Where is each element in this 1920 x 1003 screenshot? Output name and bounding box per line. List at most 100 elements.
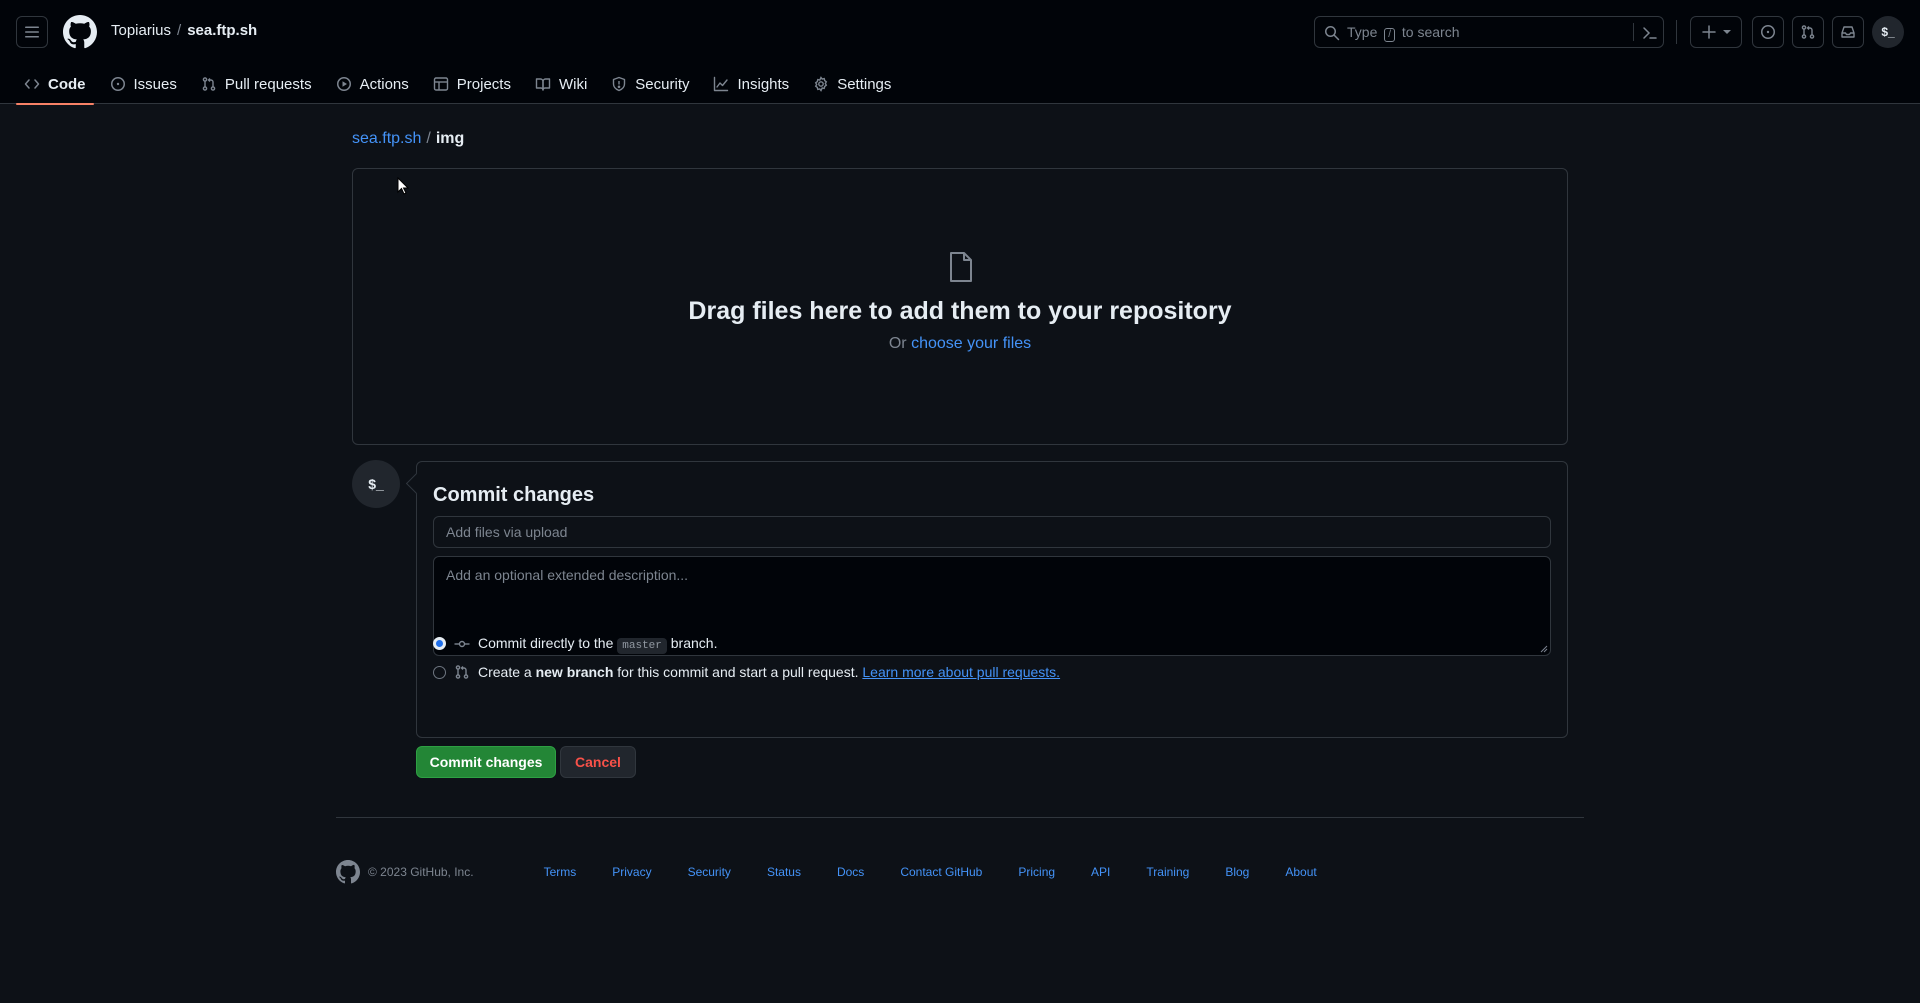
tab-label: Code — [48, 75, 86, 93]
tab-actions[interactable]: Actions — [328, 64, 417, 104]
shield-icon — [611, 76, 627, 92]
search-input[interactable]: Type / to search — [1314, 16, 1664, 48]
github-logo-icon[interactable] — [63, 15, 97, 49]
tab-label: Wiki — [558, 75, 588, 93]
tab-code[interactable]: Code — [16, 64, 94, 105]
code-icon — [24, 76, 40, 92]
footer-link-status[interactable]: Status — [767, 865, 801, 879]
inbox-icon — [1840, 24, 1856, 40]
search-prefix: Type — [1347, 24, 1378, 40]
gear-icon — [813, 76, 829, 92]
search-divider — [1633, 23, 1634, 41]
dropzone-or-text: Or — [888, 335, 907, 352]
file-icon — [947, 251, 975, 283]
footer-link-pricing[interactable]: Pricing — [1018, 865, 1055, 879]
footer-divider — [336, 817, 1584, 818]
git-commit-icon — [454, 636, 470, 652]
plus-icon — [1701, 24, 1717, 40]
breadcrumb: sea.ftp.sh / img — [352, 130, 464, 148]
tab-wiki[interactable]: Wiki — [527, 64, 595, 104]
commit-new-branch-option[interactable]: Create a new branch for this commit and … — [433, 664, 1060, 680]
footer-link-blog[interactable]: Blog — [1225, 865, 1249, 879]
footer: © 2023 GitHub, Inc. Terms Privacy Securi… — [336, 860, 1317, 884]
git-pull-request-icon — [201, 76, 217, 92]
menu-button[interactable] — [16, 16, 48, 48]
choose-files-link[interactable]: choose your files — [911, 335, 1031, 352]
repo-path: Topiarius / sea.ftp.sh — [111, 22, 257, 39]
dropzone-title: Drag files here to add them to your repo… — [688, 297, 1232, 325]
repo-nav: Code Issues Pull requests Actions Projec… — [16, 64, 907, 105]
git-pull-request-icon — [454, 664, 470, 680]
tab-label: Settings — [837, 75, 892, 93]
hamburger-icon — [24, 24, 40, 40]
issue-opened-icon — [110, 76, 126, 92]
table-icon — [433, 76, 449, 92]
resize-grip-icon[interactable] — [1540, 645, 1548, 653]
commit-description-placeholder: Add an optional extended description... — [446, 567, 689, 583]
commit-title: Commit changes — [433, 484, 595, 506]
header-divider — [1676, 20, 1677, 44]
cancel-button[interactable]: Cancel — [560, 746, 636, 778]
caret-down-icon — [1723, 28, 1731, 36]
footer-link-docs[interactable]: Docs — [837, 865, 864, 879]
issue-opened-icon — [1760, 24, 1776, 40]
footer-link-privacy[interactable]: Privacy — [612, 865, 651, 879]
footer-link-api[interactable]: API — [1091, 865, 1110, 879]
app-header: Topiarius / sea.ftp.sh Type / to search — [0, 0, 1920, 105]
file-dropzone[interactable]: Drag files here to add them to your repo… — [352, 168, 1568, 445]
commit-direct-label: Commit directly to the master branch. — [478, 635, 718, 654]
commit-direct-suffix: branch. — [670, 635, 718, 651]
commit-direct-option[interactable]: Commit directly to the master branch. — [433, 635, 718, 654]
tab-insights[interactable]: Insights — [705, 64, 797, 104]
new-branch-prefix: Create a — [478, 664, 532, 680]
header-top-row: Topiarius / sea.ftp.sh Type / to search — [0, 0, 1920, 64]
footer-link-about[interactable]: About — [1285, 865, 1316, 879]
footer-links: Terms Privacy Security Status Docs Conta… — [544, 865, 1317, 879]
learn-more-pr-link[interactable]: Learn more about pull requests. — [862, 664, 1060, 680]
play-icon — [336, 76, 352, 92]
new-branch-bold: new branch — [535, 664, 614, 680]
commit-direct-prefix: Commit directly to the — [478, 635, 614, 651]
search-suffix: to search — [1401, 24, 1460, 40]
breadcrumb-current-folder: img — [435, 130, 465, 147]
inbox-button[interactable] — [1832, 16, 1864, 48]
tab-issues[interactable]: Issues — [102, 64, 185, 104]
search-shortcut-key: / — [1384, 28, 1396, 42]
search-placeholder: Type / to search — [1347, 24, 1460, 42]
commit-summary-input[interactable]: Add files via upload — [433, 516, 1551, 548]
create-new-button[interactable] — [1690, 16, 1742, 48]
user-avatar[interactable]: $_ — [1872, 16, 1904, 48]
new-branch-suffix: for this commit and start a pull request… — [617, 664, 859, 680]
footer-copyright: © 2023 GitHub, Inc. — [368, 865, 474, 879]
tab-pull-requests[interactable]: Pull requests — [193, 64, 320, 104]
commit-author-avatar: $_ — [352, 460, 400, 508]
graph-icon — [713, 76, 729, 92]
commit-changes-button[interactable]: Commit changes — [416, 746, 556, 778]
command-palette-icon[interactable] — [1642, 25, 1658, 41]
commit-direct-radio[interactable] — [433, 637, 446, 650]
tab-label: Actions — [359, 75, 409, 93]
tab-label: Pull requests — [224, 75, 312, 93]
tab-label: Security — [635, 75, 690, 93]
tab-label: Issues — [133, 75, 177, 93]
footer-link-terms[interactable]: Terms — [544, 865, 577, 879]
dropzone-subtitle: Or choose your files — [353, 335, 1567, 353]
tab-security[interactable]: Security — [603, 64, 697, 104]
footer-link-contact[interactable]: Contact GitHub — [900, 865, 982, 879]
footer-link-training[interactable]: Training — [1146, 865, 1189, 879]
owner-link[interactable]: Topiarius — [111, 22, 171, 39]
breadcrumb-repo-link[interactable]: sea.ftp.sh — [352, 130, 421, 147]
commit-new-branch-radio[interactable] — [433, 665, 446, 679]
tab-projects[interactable]: Projects — [425, 64, 519, 104]
repo-link[interactable]: sea.ftp.sh — [187, 22, 257, 39]
pull-requests-button[interactable] — [1792, 16, 1824, 48]
commit-new-branch-label: Create a new branch for this commit and … — [478, 664, 1060, 680]
mouse-cursor-icon — [397, 177, 409, 195]
breadcrumb-separator: / — [426, 130, 431, 147]
issues-button[interactable] — [1752, 16, 1784, 48]
footer-link-security[interactable]: Security — [688, 865, 731, 879]
tab-label: Projects — [456, 75, 511, 93]
tab-settings[interactable]: Settings — [805, 64, 899, 104]
search-icon — [1324, 25, 1340, 41]
github-mark-icon[interactable] — [336, 860, 360, 884]
